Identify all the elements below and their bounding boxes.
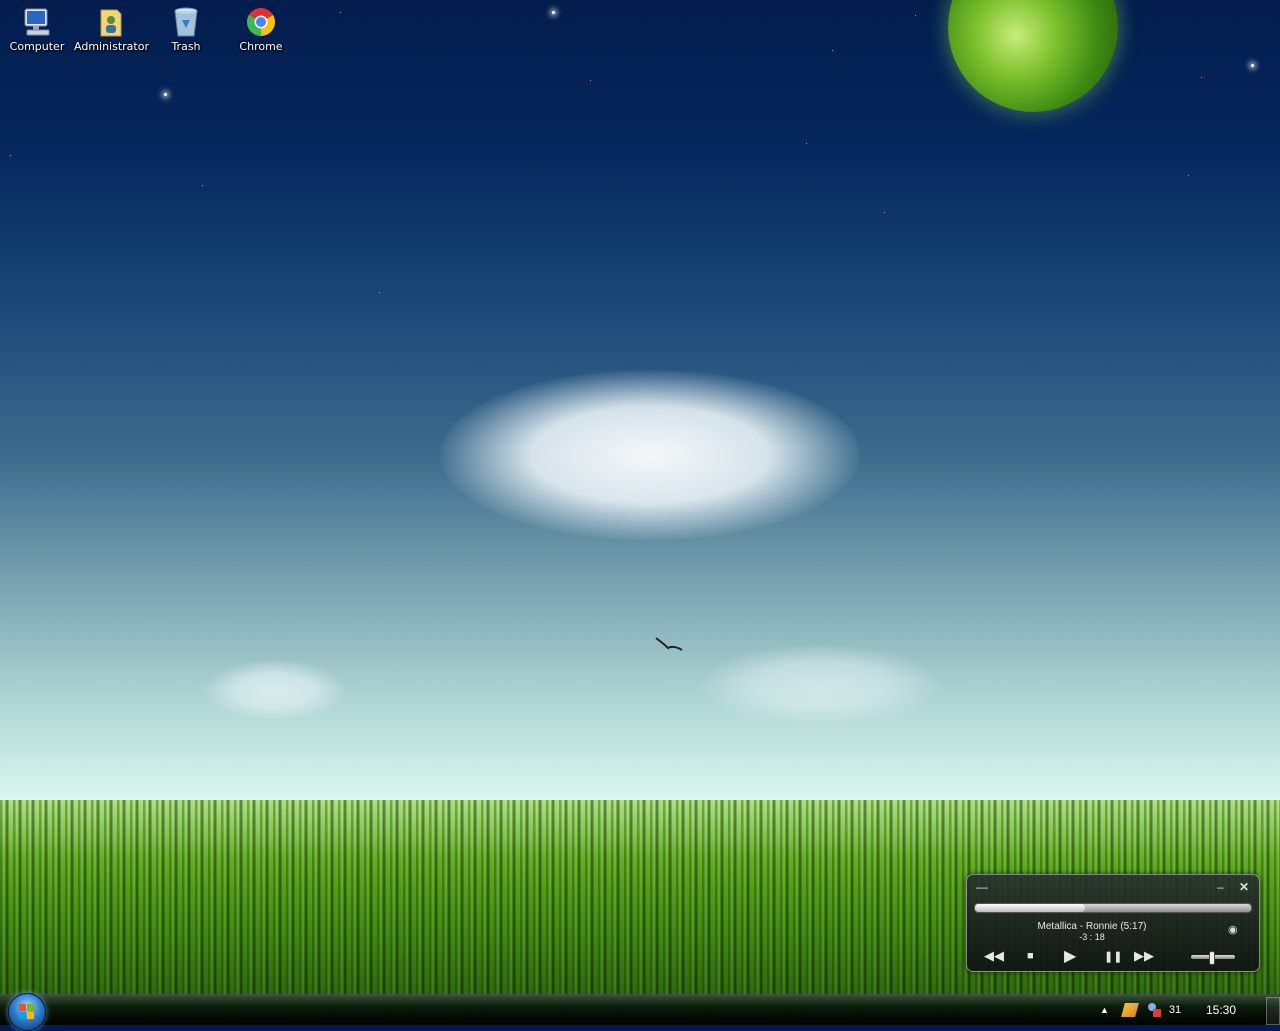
desktop-icon-chrome[interactable]: Chrome bbox=[224, 6, 298, 53]
wallpaper-star bbox=[590, 80, 591, 81]
player-time-remaining: -3 : 18 bbox=[1079, 932, 1105, 942]
desktop-icon-computer[interactable]: Computer bbox=[0, 6, 74, 53]
wallpaper-star bbox=[806, 143, 807, 144]
user-folder-icon bbox=[95, 6, 127, 38]
player-close-icon[interactable]: ✕ bbox=[1239, 881, 1249, 893]
pause-icon[interactable]: ❚❚ bbox=[1104, 950, 1122, 963]
desktop-icon-label: Computer bbox=[9, 40, 65, 53]
player-menu-icon[interactable]: — bbox=[976, 881, 988, 893]
wallpaper-star bbox=[340, 12, 341, 13]
taskbar: ▲ 31 15:30 bbox=[0, 993, 1280, 1031]
tray-number[interactable]: 31 bbox=[1169, 1004, 1181, 1016]
player-track-title: Metallica - Ronnie (5:17) bbox=[1037, 921, 1147, 932]
wallpaper-star bbox=[552, 11, 555, 14]
trash-icon bbox=[170, 6, 202, 38]
player-settings-icon[interactable]: ◉ bbox=[1228, 924, 1238, 936]
tray-network-icon[interactable] bbox=[1147, 1003, 1161, 1017]
player-seek-progress bbox=[975, 904, 1086, 912]
system-tray: ▲ 31 bbox=[1100, 995, 1181, 1025]
tray-app-icon[interactable] bbox=[1121, 1003, 1139, 1017]
wallpaper-star bbox=[1201, 77, 1202, 78]
wallpaper-star bbox=[1251, 64, 1254, 67]
player-seek-bar[interactable] bbox=[974, 903, 1252, 913]
chrome-icon bbox=[245, 6, 277, 38]
player-volume-knob[interactable] bbox=[1208, 951, 1215, 965]
wallpaper-cloud-main bbox=[440, 370, 860, 540]
wallpaper-star bbox=[202, 185, 203, 186]
fast-forward-icon[interactable]: ▶▶ bbox=[1134, 948, 1154, 964]
desktop-icon-label: Chrome bbox=[239, 40, 283, 53]
tray-expand-icon[interactable]: ▲ bbox=[1100, 1005, 1109, 1015]
player-volume-slider[interactable] bbox=[1191, 951, 1235, 965]
player-minimize-icon[interactable]: – bbox=[1217, 881, 1224, 893]
wallpaper-bird bbox=[655, 637, 683, 651]
desktop-icon-label: Trash bbox=[171, 40, 201, 53]
wallpaper-planet bbox=[948, 0, 1118, 112]
wallpaper-star bbox=[10, 155, 11, 156]
desktop-icon-trash[interactable]: Trash bbox=[149, 6, 223, 53]
taskbar-clock[interactable]: 15:30 bbox=[1206, 1003, 1236, 1017]
wallpaper-cloud-left bbox=[205, 660, 345, 720]
wallpaper-star bbox=[379, 292, 380, 293]
show-desktop-button[interactable] bbox=[1266, 997, 1280, 1025]
stop-icon[interactable]: ■ bbox=[1027, 950, 1034, 962]
wallpaper-star bbox=[832, 50, 833, 51]
play-icon[interactable]: ▶ bbox=[1064, 946, 1076, 966]
wallpaper-star bbox=[1188, 175, 1189, 176]
computer-icon bbox=[21, 6, 53, 38]
start-button[interactable] bbox=[8, 993, 46, 1031]
windows-logo-icon bbox=[19, 1004, 35, 1020]
rewind-icon[interactable]: ◀◀ bbox=[984, 948, 1004, 964]
wallpaper-star bbox=[164, 93, 167, 96]
wallpaper-star bbox=[884, 212, 885, 213]
wallpaper-star bbox=[915, 15, 916, 16]
desktop-icon-administrator[interactable]: Administrator bbox=[74, 6, 149, 53]
desktop-icon-label: Administrator bbox=[74, 40, 149, 53]
media-player-gadget[interactable]: — – ✕ Metallica - Ronnie (5:17) -3 : 18 … bbox=[966, 874, 1260, 972]
wallpaper-cloud-right bbox=[700, 645, 940, 725]
